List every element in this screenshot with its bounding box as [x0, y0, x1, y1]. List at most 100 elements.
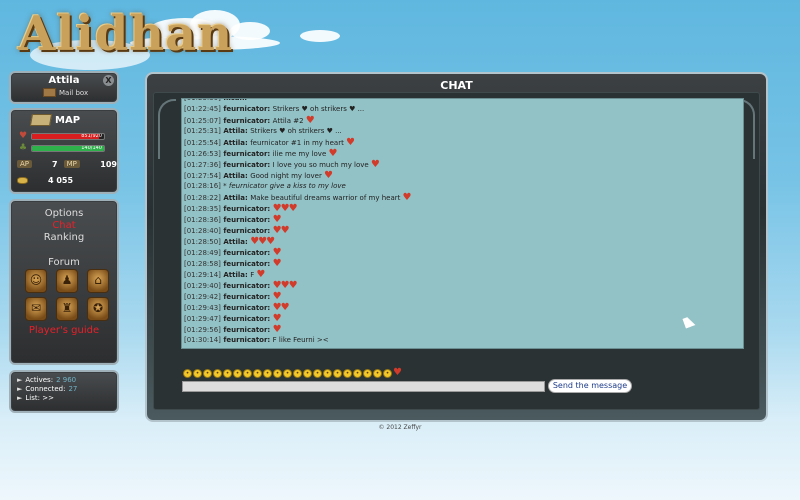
mp-value: 109 [100, 159, 117, 169]
character-icon[interactable]: ☺ [25, 269, 47, 293]
menu-chat[interactable]: Chat [11, 220, 117, 231]
message-author[interactable]: Attila: [221, 194, 250, 202]
message-author[interactable]: feurnicator: [221, 293, 273, 301]
wink-smiley-icon[interactable]: • [203, 369, 212, 378]
message-timestamp: [01:28:16] [184, 182, 221, 190]
chat-message: [01:29:56] feurnicator: ♥ [184, 324, 282, 335]
shock-smiley-icon[interactable]: • [343, 369, 352, 378]
icon-row-bottom: ✉ ♜ ✪ [25, 297, 109, 321]
laugh-smiley-icon[interactable]: • [233, 369, 242, 378]
castle-icon[interactable]: ♜ [56, 297, 78, 321]
message-author[interactable]: feurnicator: [221, 336, 273, 344]
message-timestamp: [01:28:22] [184, 194, 221, 202]
tongue-smiley-icon[interactable]: • [223, 369, 232, 378]
smile-smiley-icon[interactable]: • [183, 369, 192, 378]
message-author[interactable]: feurnicator: [221, 161, 273, 169]
menu-panel: Options Chat Ranking Forum ☺ ♟ ⌂ ✉ ♜ ✪ P… [9, 199, 119, 365]
message-author[interactable]: Attila: [221, 127, 250, 135]
chat-message: [01:27:54] Attila: Good night my lover ♥ [184, 170, 333, 181]
message-author[interactable]: feurnicator: [221, 117, 273, 125]
message-text: I love you so much my love [272, 161, 369, 169]
heart-icon: ♥ [272, 214, 282, 225]
sad-smiley-icon[interactable]: • [243, 369, 252, 378]
message-author[interactable]: feurnicator: [221, 260, 273, 268]
confused-smiley-icon[interactable]: • [303, 369, 312, 378]
nerd-smiley-icon[interactable]: • [383, 369, 392, 378]
message-timestamp: [01:29:40] [184, 282, 221, 290]
message-author[interactable]: feurnicator: [221, 216, 273, 224]
surprise-smiley-icon[interactable]: • [253, 369, 262, 378]
message-text: Good night my lover [250, 172, 322, 180]
message-text: Attila #2 [272, 117, 304, 125]
message-author[interactable]: Attila: [221, 238, 250, 246]
house-icon[interactable]: ⌂ [87, 269, 109, 293]
chat-message: [01:28:50] Attila: ♥♥♥ [184, 236, 275, 247]
heart-icon: ♥♥♥ [250, 236, 275, 247]
heart-icon: ♥ [254, 269, 265, 280]
list-link[interactable]: List: >> [25, 394, 54, 402]
heart-icon: ♥ [343, 137, 355, 148]
angel-smiley-icon[interactable]: • [333, 369, 342, 378]
sleep-smiley-icon[interactable]: • [293, 369, 302, 378]
list-line[interactable]: ► List: >> [17, 394, 54, 402]
chat-window: CHAT [01:23:39] Ikcahl [01:22:45] feurni… [145, 72, 768, 422]
stats-panel: MAP ♥ 851/920 ♣ 140/140 AP 7 MP 109 4 05… [9, 108, 119, 194]
message-author[interactable]: feurnicator: [221, 150, 273, 158]
angry-smiley-icon[interactable]: • [263, 369, 272, 378]
message-author[interactable]: feurnicator: [221, 205, 273, 213]
close-icon[interactable]: X [103, 75, 114, 86]
chat-message: [01:28:40] feurnicator: ♥♥ [184, 225, 290, 236]
heart-icon: ♥ [19, 131, 28, 141]
grimace-smiley-icon[interactable]: • [373, 369, 382, 378]
connected-value: 27 [68, 385, 78, 393]
alidhan-logo[interactable]: Alidhan [18, 6, 232, 66]
scroll-map-icon[interactable]: ✉ [25, 297, 47, 321]
message-timestamp: [01:28:58] [184, 260, 221, 268]
chat-input[interactable] [182, 381, 545, 392]
cry-smiley-icon[interactable]: • [273, 369, 282, 378]
connected-line: ► Connected: 27 [17, 385, 77, 393]
menu-forum[interactable]: Forum [11, 257, 117, 268]
happy-smiley-icon[interactable]: • [353, 369, 362, 378]
message-author[interactable]: feurnicator: [221, 326, 273, 334]
message-author[interactable]: feurnicator: [221, 227, 273, 235]
chat-message: [01:26:53] feurnicator: ilie me my love … [184, 148, 337, 159]
message-author[interactable]: Attila: [221, 271, 250, 279]
message-author[interactable]: Attila: [221, 172, 250, 180]
mailbox-link[interactable]: Mail box [43, 88, 88, 97]
map-label: MAP [55, 114, 81, 126]
message-author[interactable]: feurnicator: [221, 315, 273, 323]
message-author[interactable]: Ikcahl [221, 99, 247, 102]
user-panel: Attila X Mail box [9, 71, 119, 104]
chat-message: [01:30:14] feurnicator: F like Feurni >< [184, 335, 329, 346]
message-timestamp: [01:25:07] [184, 117, 221, 125]
message-timestamp: [01:23:39] [184, 98, 221, 102]
map-link[interactable]: MAP [29, 114, 81, 126]
skills-icon[interactable]: ✪ [87, 297, 109, 321]
send-message-button[interactable]: Send the message [548, 379, 632, 393]
message-author[interactable]: Attila: [221, 139, 250, 147]
blush-smiley-icon[interactable]: • [283, 369, 292, 378]
message-author[interactable]: feurnicator: [221, 304, 273, 312]
devil-smiley-icon[interactable]: • [323, 369, 332, 378]
heart-icon: ♥♥ [272, 225, 290, 236]
heart-smiley-icon[interactable]: ♥ [393, 368, 402, 378]
menu-options[interactable]: Options [11, 208, 117, 219]
menu-players-guide[interactable]: Player's guide [11, 325, 117, 336]
message-timestamp: [01:29:56] [184, 326, 221, 334]
chat-log[interactable]: [01:23:39] Ikcahl [01:22:45] feurnicator… [181, 98, 744, 349]
heart-icon: ♥ [326, 148, 337, 159]
grin-smiley-icon[interactable]: • [193, 369, 202, 378]
message-author[interactable]: feurnicator: [221, 282, 273, 290]
icon-row-top: ☺ ♟ ⌂ [25, 269, 109, 293]
kiss-smiley-icon[interactable]: • [313, 369, 322, 378]
message-author[interactable]: feurnicator: [221, 249, 273, 257]
menu-ranking[interactable]: Ranking [11, 232, 117, 243]
smiley-bar: • • • • • • • • • • • • • • • • • • • • • ♥ [183, 368, 402, 378]
cool-smiley-icon[interactable]: • [213, 369, 222, 378]
neutral-smiley-icon[interactable]: • [363, 369, 372, 378]
message-author[interactable]: feurnicator: [221, 105, 273, 113]
actives-line: ► Actives: 2 960 [17, 376, 76, 384]
message-timestamp: [01:29:42] [184, 293, 221, 301]
inventory-bag-icon[interactable]: ♟ [56, 269, 78, 293]
